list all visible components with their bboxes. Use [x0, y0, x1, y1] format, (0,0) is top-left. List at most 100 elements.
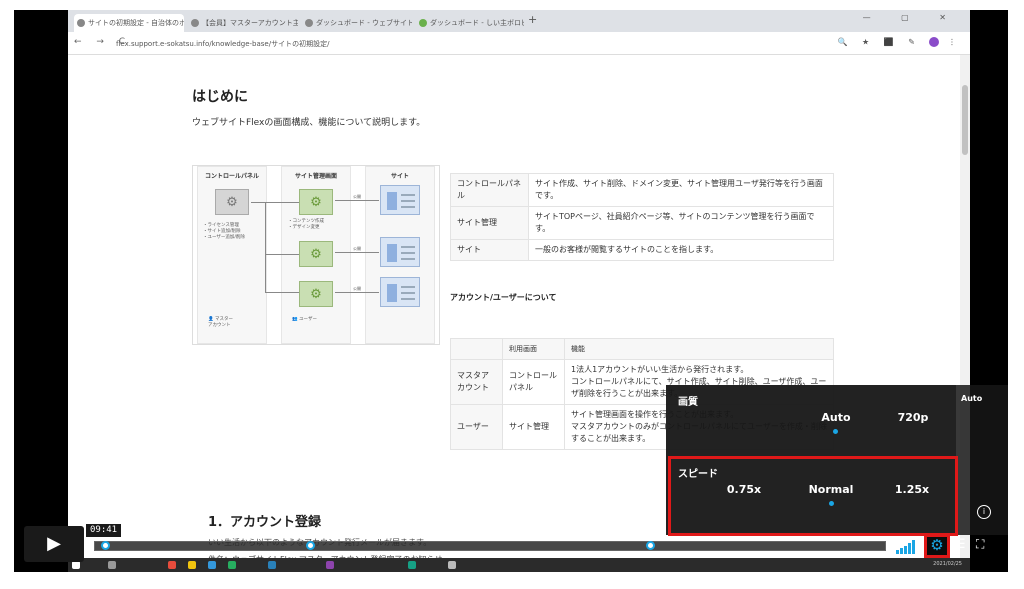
gear-green-icon: ⚙ [299, 241, 333, 267]
tab-favicon-icon [77, 19, 85, 27]
diagram-header: サイト管理画面 [294, 173, 337, 180]
users-icon: 👥 [292, 317, 298, 322]
video-player[interactable]: サイトの初期設定 - 自治体のホームペ 【会員】マスターアカウント主成 - コー… [14, 10, 1008, 572]
screen-description-table: コントロールパネル サイト作成、サイト削除、ドメイン変更、サイト管理用ユーザ発行等… [450, 173, 834, 261]
connector-line [251, 202, 299, 203]
diagram-col-site: サイト [365, 166, 435, 344]
table-header: 利用画面 [502, 338, 565, 360]
table-cell: ユーザー [450, 404, 503, 450]
window-controls[interactable]: — ▢ ✕ [863, 13, 960, 22]
table-row: サイト管理 サイトTOPページ、社員紹介ページ等、サイトのコンテンツ管理を行う画面… [450, 206, 834, 240]
site-page-icon [380, 277, 420, 307]
diagram-header: サイト [390, 173, 409, 180]
taskbar-app-icon [268, 561, 276, 569]
fullscreen-icon[interactable]: ⛶ [976, 537, 984, 552]
volume-bar [904, 546, 907, 554]
chapter-marker[interactable] [646, 541, 656, 550]
tab-favicon-icon [305, 19, 313, 27]
diagram-notes: ・ライセンス管理 ・サイト追加/削除 ・ユーザー追加/削除 [203, 223, 245, 240]
volume-icon[interactable] [896, 540, 918, 554]
chapters-list-icon[interactable]: ☰ [954, 537, 966, 552]
windows-start-icon [72, 561, 80, 569]
screen: サイトの初期設定 - 自治体のホームペ 【会員】マスターアカウント主成 - コー… [0, 0, 1024, 589]
table-cell: サイトTOPページ、社員紹介ページ等、サイトのコンテンツ管理を行う画面です。 [528, 206, 834, 240]
master-account-label: 👤 マスター アカウント [208, 317, 233, 329]
tab-favicon-icon [419, 19, 427, 27]
taskbar-app-icon [326, 561, 334, 569]
taskbar-app-icon [108, 561, 116, 569]
play-icon: ▶ [47, 533, 61, 554]
intro-text: ウェブサイトFlexの画面構成、機能について説明します。 [192, 118, 426, 128]
table-cell: サイト作成、サイト削除、ドメイン変更、サイト管理用ユーザ発行等を行う画面です。 [528, 173, 834, 207]
taskbar-app-icon [188, 561, 196, 569]
progress-bar[interactable] [94, 541, 886, 551]
structure-diagram: コントロールパネル ⚙ ・ライセンス管理 ・サイト追加/削除 ・ユーザー追加/削… [192, 165, 440, 345]
table-cell: 一般のお客様が閲覧するサイトのことを指します。 [528, 239, 834, 261]
info-icon[interactable]: i [977, 505, 991, 519]
quality-auto-side-label: Auto [961, 394, 983, 403]
section-heading: 1．アカウント登録 [208, 515, 322, 530]
tab-label: ダッシュボード - しい主ボロピーアース [430, 19, 524, 27]
publish-label: 公開 [353, 194, 361, 199]
scrollbar-thumb[interactable] [962, 85, 968, 155]
connector-line [265, 202, 266, 292]
user-label: 👥 ユーザー [292, 317, 317, 323]
connector-line [265, 254, 299, 255]
speed-highlight-box [668, 456, 958, 536]
tab-label: ダッシュボード - ウェブサイトFlex コン [316, 19, 412, 27]
diagram-notes: ・コンテンツ作成 ・デザイン変更 [288, 219, 324, 230]
quality-option-720p[interactable]: 720p [891, 411, 935, 424]
connector-line [335, 292, 379, 293]
url-field[interactable]: flex.support.e-sokatsu.info/knowledge-ba… [116, 39, 329, 49]
table-cell: コントロールパネル [502, 359, 565, 405]
taskbar-app-icon [408, 561, 416, 569]
publish-label: 公開 [353, 246, 361, 251]
volume-bar [896, 550, 899, 554]
connector-line [335, 252, 379, 253]
chapter-marker[interactable] [306, 541, 316, 550]
extension-icons[interactable]: 🔍 ★ ⬛ ✎ [837, 38, 920, 47]
diagram-col-control-panel: コントロールパネル ⚙ ・ライセンス管理 ・サイト追加/削除 ・ユーザー追加/削… [197, 166, 267, 344]
play-button[interactable]: ▶ [24, 526, 84, 562]
table-cell: コントロールパネル [450, 173, 529, 207]
time-display: 09:41 [86, 524, 122, 537]
user-label-text: ユーザー [299, 317, 317, 322]
gear-icon: ⚙ [930, 536, 944, 554]
browser-tab-2[interactable]: 【会員】マスターアカウント主成 - コーマ [188, 14, 298, 32]
browser-tab-3[interactable]: ダッシュボード - ウェブサイトFlex コン [302, 14, 412, 32]
tab-label: サイトの初期設定 - 自治体のホームペ [88, 19, 184, 27]
account-subheading: アカウント/ユーザーについて [450, 293, 557, 302]
menu-dots-icon[interactable]: ⋮ [948, 38, 962, 47]
taskbar-clock: 2021/02/25 [933, 561, 962, 567]
chapter-marker[interactable] [101, 541, 110, 550]
profile-avatar[interactable] [929, 37, 940, 47]
new-tab-button[interactable]: + [528, 13, 537, 26]
browser-tab-4[interactable]: ダッシュボード - しい主ボロピーアース [416, 14, 524, 32]
table-cell: サイト管理 [450, 206, 529, 240]
browser-tab-1[interactable]: サイトの初期設定 - 自治体のホームペ [74, 14, 184, 32]
table-header-row: 利用画面 機能 [450, 338, 834, 360]
gear-green-icon: ⚙ [299, 189, 333, 215]
browser-chrome: サイトの初期設定 - 自治体のホームペ 【会員】マスターアカウント主成 - コー… [68, 10, 970, 55]
diagram-col-site-admin: サイト管理画面 ⚙ ・コンテンツ作成 ・デザイン変更 ⚙ ⚙ 👥 ユーザー [281, 166, 351, 344]
tab-label: 【会員】マスターアカウント主成 - コーマ [202, 19, 298, 27]
table-cell: サイト [450, 239, 529, 261]
table-cell: マスタアカウント [450, 359, 503, 405]
person-icon: 👤 [208, 317, 214, 322]
page-title: はじめに [192, 89, 248, 105]
site-page-icon [380, 237, 420, 267]
quality-selected-dot [833, 429, 838, 434]
table-row: サイト 一般のお客様が閲覧するサイトのことを指します。 [450, 239, 834, 261]
windows-taskbar: 2021/02/25 [68, 558, 970, 572]
connector-line [335, 200, 379, 201]
table-header: 機能 [564, 338, 834, 360]
table-header [450, 338, 503, 360]
address-bar-row: ← → C flex.support.e-sokatsu.info/knowle… [68, 32, 970, 55]
toolbar-icons[interactable]: 🔍 ★ ⬛ ✎ ⋮ [837, 37, 962, 47]
quality-option-auto[interactable]: Auto [816, 411, 856, 424]
connector-line [265, 292, 299, 293]
settings-gear-button[interactable]: ⚙ [924, 534, 950, 558]
publish-label: 公開 [353, 286, 361, 291]
diagram-header: コントロールパネル [204, 173, 259, 180]
taskbar-app-icon [208, 561, 216, 569]
